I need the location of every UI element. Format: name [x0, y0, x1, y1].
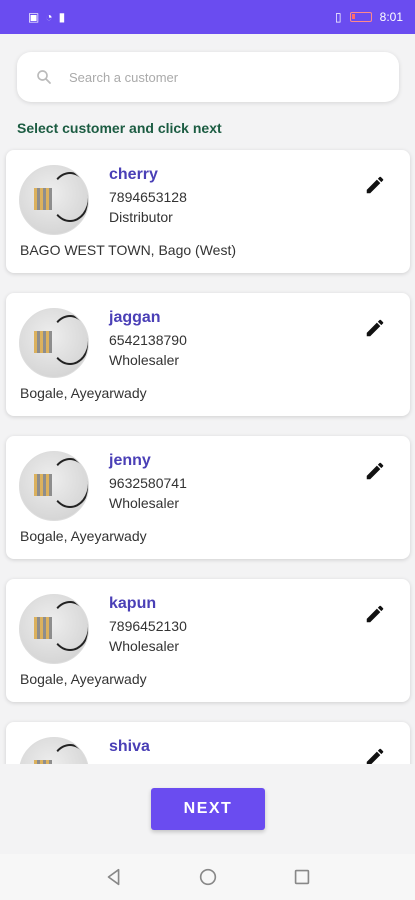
back-triangle-icon[interactable]	[103, 866, 125, 888]
customer-type: Distributor	[109, 209, 173, 225]
recents-square-icon[interactable]	[291, 866, 313, 888]
customer-avatar	[19, 165, 89, 235]
vibrate-icon: ▯	[335, 10, 342, 24]
status-icons-right: ▯ 8:01	[335, 10, 403, 24]
customer-avatar	[19, 308, 89, 378]
home-circle-icon[interactable]	[197, 866, 219, 888]
customer-type: Wholesaler	[109, 352, 180, 368]
status-time: 8:01	[379, 10, 403, 24]
customer-name: kapun	[109, 595, 157, 612]
pencil-icon[interactable]	[364, 746, 386, 764]
pencil-icon[interactable]	[364, 460, 386, 482]
customer-card[interactable]: cherry 7894653128 Distributor BAGO WEST …	[6, 150, 410, 273]
pencil-icon[interactable]	[364, 317, 386, 339]
customer-phone: 7894653128	[109, 189, 187, 205]
customer-card[interactable]: kapun 7896452130 Wholesaler Bogale, Ayey…	[6, 579, 410, 702]
customer-phone: 6542138790	[109, 332, 187, 348]
customer-card[interactable]: shiva	[6, 722, 410, 764]
customer-avatar	[19, 451, 89, 521]
customer-avatar	[19, 737, 89, 764]
battery-icon	[349, 12, 372, 22]
customer-avatar	[19, 594, 89, 664]
search-icon	[37, 70, 51, 84]
customer-list[interactable]: cherry 7894653128 Distributor BAGO WEST …	[0, 146, 415, 764]
pencil-icon[interactable]	[364, 174, 386, 196]
sim-icon: ▣	[28, 10, 40, 24]
notification-icon: ▮	[58, 10, 66, 24]
status-bar: ▣ ◔ ▮ ▯ 8:01	[0, 0, 415, 34]
customer-address: BAGO WEST TOWN, Bago (West)	[20, 242, 237, 258]
customer-address: Bogale, Ayeyarwady	[20, 671, 147, 687]
customer-address: Bogale, Ayeyarwady	[20, 528, 147, 544]
customer-name: jenny	[109, 452, 151, 469]
customer-card[interactable]: jenny 9632580741 Wholesaler Bogale, Ayey…	[6, 436, 410, 559]
customer-type: Wholesaler	[109, 495, 180, 511]
customer-type: Wholesaler	[109, 638, 180, 654]
customer-name: jaggan	[109, 309, 161, 326]
search-bar[interactable]	[17, 52, 399, 102]
customer-name: shiva	[109, 738, 150, 755]
customer-address: Bogale, Ayeyarwady	[20, 385, 147, 401]
wifi-icon: ◔	[45, 10, 53, 24]
customer-card[interactable]: jaggan 6542138790 Wholesaler Bogale, Aye…	[6, 293, 410, 416]
select-hint: Select customer and click next	[17, 120, 222, 136]
search-input[interactable]	[69, 69, 369, 85]
customer-phone: 9632580741	[109, 475, 187, 491]
customer-phone: 7896452130	[109, 618, 187, 634]
customer-name: cherry	[109, 166, 158, 183]
pencil-icon[interactable]	[364, 603, 386, 625]
next-button[interactable]: NEXT	[151, 788, 265, 830]
status-icons-left: ▣ ◔ ▮	[28, 10, 65, 24]
system-nav-bar	[0, 854, 415, 900]
